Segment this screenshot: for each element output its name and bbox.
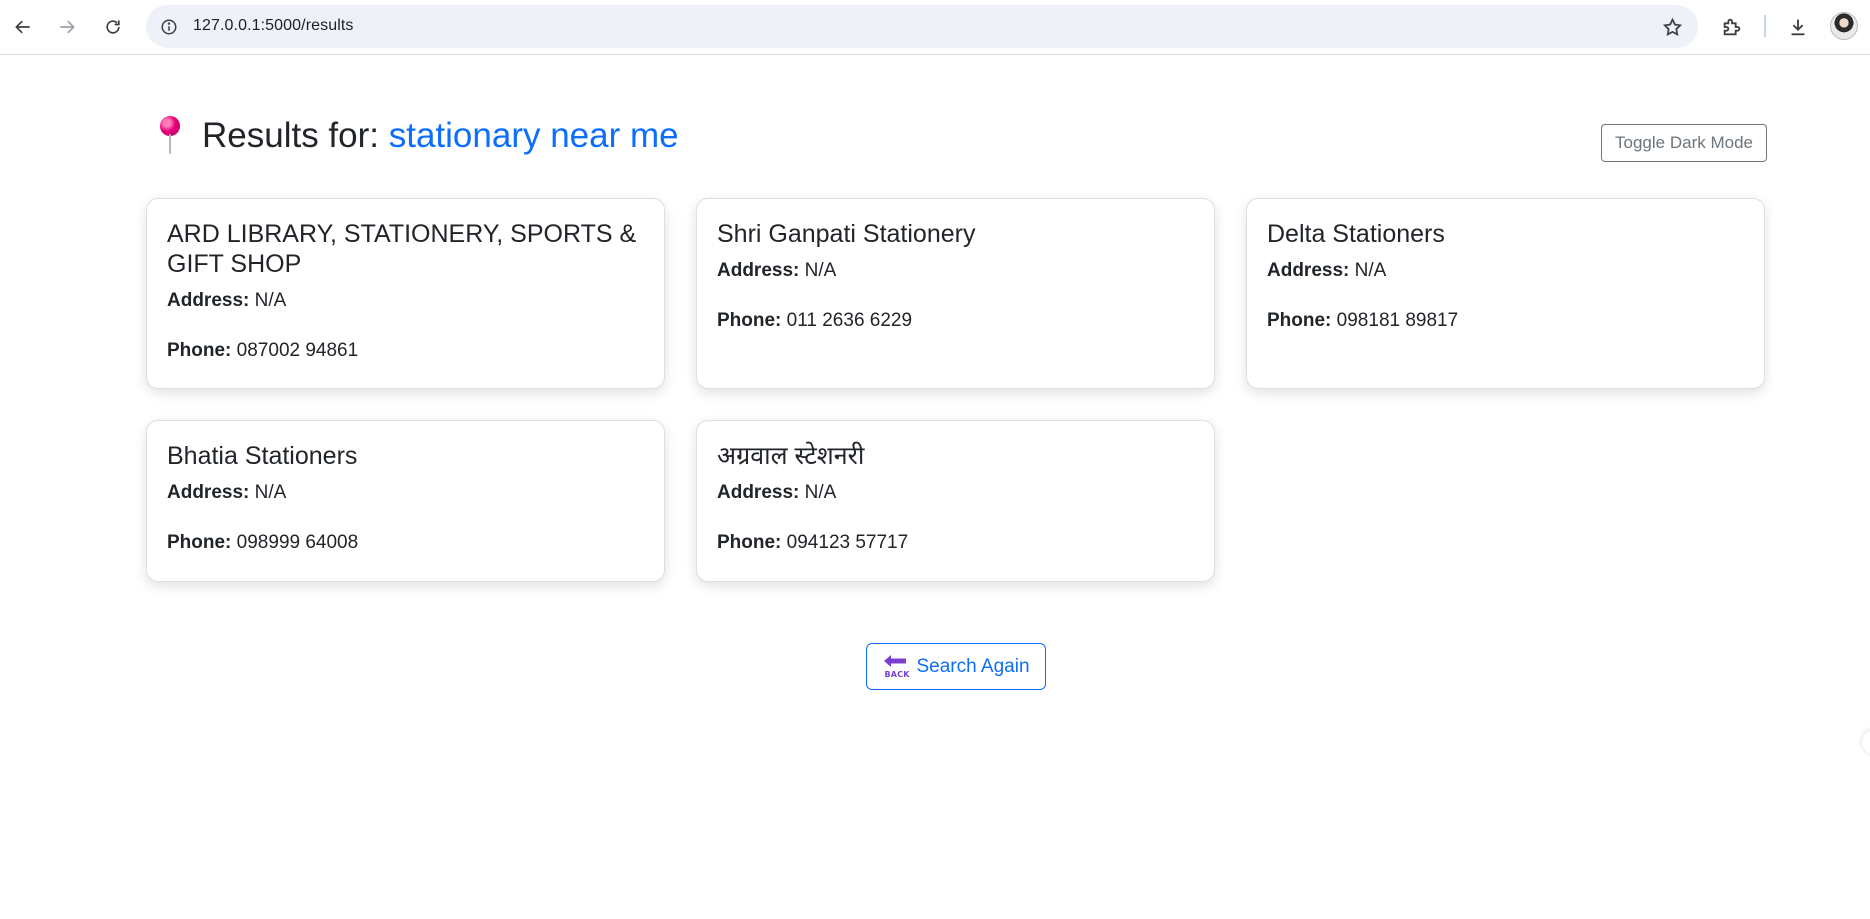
phone-label: Phone: bbox=[167, 532, 232, 553]
url-text: 127.0.0.1:5000/results bbox=[193, 17, 354, 34]
result-address: Address: N/A bbox=[167, 481, 644, 505]
phone-value: 094123 57717 bbox=[786, 532, 909, 553]
reload-icon[interactable] bbox=[96, 10, 130, 44]
toggle-dark-mode-button[interactable]: Toggle Dark Mode bbox=[1601, 124, 1767, 162]
phone-value: 011 2636 6229 bbox=[786, 310, 913, 331]
address-value: N/A bbox=[254, 290, 287, 311]
address-label: Address: bbox=[717, 260, 800, 281]
result-card: Bhatia Stationers Address: N/A Phone: 09… bbox=[146, 420, 665, 582]
result-address: Address: N/A bbox=[717, 259, 1194, 283]
result-phone: Phone: 098181 89817 bbox=[1267, 309, 1744, 333]
address-value: N/A bbox=[804, 482, 837, 503]
side-panel-handle[interactable] bbox=[1862, 730, 1870, 754]
search-again-label: Search Again bbox=[916, 655, 1030, 677]
result-name: Bhatia Stationers bbox=[167, 442, 358, 470]
download-icon[interactable] bbox=[1783, 12, 1813, 42]
address-label: Address: bbox=[1267, 260, 1350, 281]
phone-label: Phone: bbox=[167, 340, 232, 361]
back-arrow-icon: BACK bbox=[882, 654, 910, 679]
page-title: Results for: stationary near me bbox=[202, 116, 679, 156]
phone-value: 098181 89817 bbox=[1336, 310, 1459, 331]
result-card: Shri Ganpati Stationery Address: N/A Pho… bbox=[696, 198, 1215, 389]
result-name: Delta Stationers bbox=[1267, 220, 1445, 248]
title-prefix: Results for: bbox=[202, 116, 379, 155]
phone-value: 087002 94861 bbox=[236, 340, 359, 361]
result-name: ARD LIBRARY, STATIONERY, SPORTS & GIFT S… bbox=[167, 220, 637, 278]
search-again-button[interactable]: BACK Search Again bbox=[866, 643, 1046, 690]
phone-label: Phone: bbox=[717, 532, 782, 553]
toolbar-separator bbox=[1764, 15, 1766, 37]
profile-avatar[interactable] bbox=[1830, 12, 1858, 40]
result-phone: Phone: 094123 57717 bbox=[717, 531, 1194, 555]
result-address: Address: N/A bbox=[1267, 259, 1744, 283]
result-card: अग्रवाल स्टेशनरी Address: N/A Phone: 094… bbox=[696, 420, 1215, 582]
page-header: Results for: stationary near me bbox=[158, 116, 679, 156]
forward-arrow-icon[interactable] bbox=[50, 10, 84, 44]
address-label: Address: bbox=[717, 482, 800, 503]
address-label: Address: bbox=[167, 290, 250, 311]
phone-label: Phone: bbox=[717, 310, 782, 331]
result-card: ARD LIBRARY, STATIONERY, SPORTS & GIFT S… bbox=[146, 198, 665, 389]
pushpin-icon bbox=[158, 116, 182, 156]
phone-value: 098999 64008 bbox=[236, 532, 359, 553]
search-query: stationary near me bbox=[388, 116, 679, 155]
browser-toolbar: 127.0.0.1:5000/results bbox=[0, 0, 1870, 55]
back-arrow-icon[interactable] bbox=[6, 10, 40, 44]
result-address: Address: N/A bbox=[167, 289, 644, 313]
results-page: Results for: stationary near me Toggle D… bbox=[0, 56, 1870, 919]
result-name: Shri Ganpati Stationery bbox=[717, 220, 976, 248]
back-icon-text: BACK bbox=[884, 669, 910, 679]
extensions-puzzle-icon[interactable] bbox=[1717, 12, 1747, 42]
bookmark-star-icon[interactable] bbox=[1660, 15, 1684, 39]
address-bar[interactable]: 127.0.0.1:5000/results bbox=[146, 5, 1698, 48]
result-phone: Phone: 011 2636 6229 bbox=[717, 309, 1194, 333]
address-value: N/A bbox=[254, 482, 287, 503]
address-value: N/A bbox=[1354, 260, 1387, 281]
result-phone: Phone: 087002 94861 bbox=[167, 339, 644, 363]
result-card: Delta Stationers Address: N/A Phone: 098… bbox=[1246, 198, 1765, 389]
site-info-icon[interactable] bbox=[156, 14, 182, 40]
phone-label: Phone: bbox=[1267, 310, 1332, 331]
result-name: अग्रवाल स्टेशनरी bbox=[717, 442, 865, 470]
result-phone: Phone: 098999 64008 bbox=[167, 531, 644, 555]
address-label: Address: bbox=[167, 482, 250, 503]
result-address: Address: N/A bbox=[717, 481, 1194, 505]
address-value: N/A bbox=[804, 260, 837, 281]
